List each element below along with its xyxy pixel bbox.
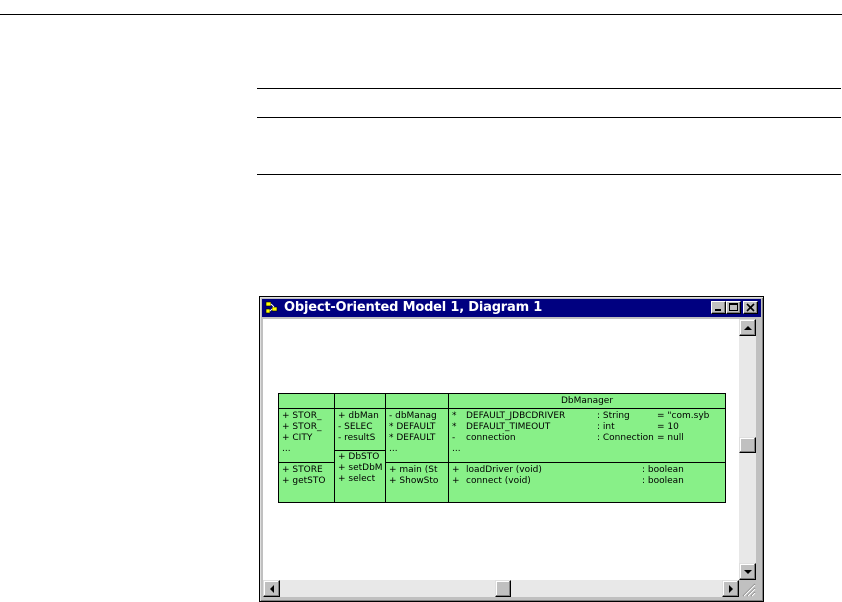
attribute-row: - dbManag	[389, 411, 437, 421]
attribute-row: - connection : Connection = null	[452, 433, 725, 444]
attr-visibility: -	[452, 433, 456, 443]
uml-class-main[interactable]: - dbManag * DEFAULT * DEFAULT ... + main…	[385, 393, 449, 503]
attribute-row: * DEFAULT	[389, 422, 436, 432]
attribute-row: * DEFAULT_TIMEOUT : int = 10	[452, 422, 725, 433]
attribute-row: - resultS	[338, 433, 376, 443]
maximize-icon	[729, 303, 738, 311]
class-name	[335, 394, 385, 409]
operation-row: + DbSTO	[338, 452, 380, 462]
operation-row: + setDbM	[338, 463, 383, 473]
scroll-up-button[interactable]	[739, 319, 756, 336]
op-visibility: +	[452, 465, 460, 475]
class-operations: + STORE + getSTO	[279, 463, 334, 487]
operation-row: + STORE	[282, 465, 323, 475]
class-attributes: + dbMan - SELEC - resultS	[335, 409, 385, 451]
diagram-canvas[interactable]: + STOR_ + STOR_ + CITY ... + STORE + get…	[263, 319, 739, 580]
window-titlebar[interactable]: Object-Oriented Model 1, Diagram 1	[262, 299, 761, 317]
uml-class-store[interactable]: + STOR_ + STOR_ + CITY ... + STORE + get…	[278, 393, 335, 503]
attribute-row: ...	[282, 444, 291, 454]
note-box-divider	[257, 117, 841, 118]
minimize-icon	[715, 309, 721, 311]
operation-row: + select	[338, 474, 376, 484]
close-button[interactable]	[743, 301, 758, 314]
class-attributes: * DEFAULT_JDBCDRIVER : String = "com.syb…	[449, 409, 725, 463]
class-operations: + DbSTO + setDbM + select	[335, 451, 385, 485]
attribute-row: ...	[389, 444, 398, 454]
class-attributes: + STOR_ + STOR_ + CITY ...	[279, 409, 334, 463]
window-title: Object-Oriented Model 1, Diagram 1	[284, 300, 543, 315]
minimize-button[interactable]	[711, 301, 726, 314]
op-return-type: : boolean	[642, 476, 684, 486]
class-name	[386, 394, 448, 409]
attr-name: DEFAULT_JDBCDRIVER	[466, 411, 566, 421]
attribute-row: * DEFAULT	[389, 433, 436, 443]
class-name	[279, 394, 334, 409]
scroll-down-button[interactable]	[739, 563, 756, 580]
uml-class-dbmanager[interactable]: DbManager * DEFAULT_JDBCDRIVER : String …	[448, 393, 726, 503]
attribute-row: ...	[452, 444, 725, 455]
op-name: loadDriver (void)	[466, 465, 542, 475]
arrow-left-icon	[270, 585, 274, 593]
operation-row: + main (St	[389, 465, 438, 475]
attr-visibility: ...	[452, 444, 461, 454]
attr-visibility: *	[452, 411, 457, 421]
page-top-rule	[0, 14, 842, 15]
resize-grip[interactable]	[739, 580, 756, 597]
operation-row: + ShowSto	[389, 476, 439, 486]
horizontal-scrollbar[interactable]	[263, 580, 739, 597]
operation-row: + getSTO	[282, 476, 326, 486]
arrow-right-icon	[729, 585, 733, 593]
attr-type: : int	[597, 422, 615, 432]
op-visibility: +	[452, 476, 460, 486]
class-operations: + main (St + ShowSto	[386, 463, 448, 487]
attr-initial: = 10	[657, 422, 679, 432]
vertical-scroll-thumb[interactable]	[739, 437, 756, 453]
attribute-row: + STOR_	[282, 422, 322, 432]
attr-name: connection	[466, 433, 516, 443]
diagram-app-icon	[265, 301, 278, 314]
attribute-row: + dbMan	[338, 411, 379, 421]
maximize-button[interactable]	[726, 301, 741, 314]
diagram-window[interactable]: Object-Oriented Model 1, Diagram 1 + STO…	[259, 296, 764, 602]
op-name: connect (void)	[466, 476, 531, 486]
attr-name: DEFAULT_TIMEOUT	[466, 422, 551, 432]
attribute-row: + CITY	[282, 433, 313, 443]
class-attributes: - dbManag * DEFAULT * DEFAULT ...	[386, 409, 448, 463]
uml-class-dbstore[interactable]: + dbMan - SELEC - resultS + DbSTO + setD…	[334, 393, 386, 503]
vertical-scrollbar[interactable]	[739, 319, 756, 580]
note-box	[257, 88, 841, 175]
attr-initial: = null	[657, 433, 684, 443]
attr-visibility: *	[452, 422, 457, 432]
attr-type: : Connection	[597, 433, 654, 443]
attr-type: : String	[597, 411, 630, 421]
resize-grip-icon	[742, 583, 756, 597]
arrow-up-icon	[744, 326, 752, 330]
op-return-type: : boolean	[642, 465, 684, 475]
operation-row: + loadDriver (void) : boolean	[452, 465, 725, 476]
close-icon	[746, 303, 755, 312]
operation-row: + connect (void) : boolean	[452, 476, 725, 487]
attribute-row: * DEFAULT_JDBCDRIVER : String = "com.syb	[452, 411, 725, 422]
arrow-down-icon	[744, 570, 752, 574]
class-operations: + loadDriver (void) : boolean + connect …	[449, 463, 725, 487]
scroll-left-button[interactable]	[263, 580, 280, 597]
attr-initial: = "com.syb	[657, 411, 710, 421]
attribute-row: - SELEC	[338, 422, 373, 432]
scroll-right-button[interactable]	[722, 580, 739, 597]
class-name: DbManager	[449, 394, 725, 409]
horizontal-scroll-thumb[interactable]	[495, 580, 511, 597]
attribute-row: + STOR_	[282, 411, 322, 421]
